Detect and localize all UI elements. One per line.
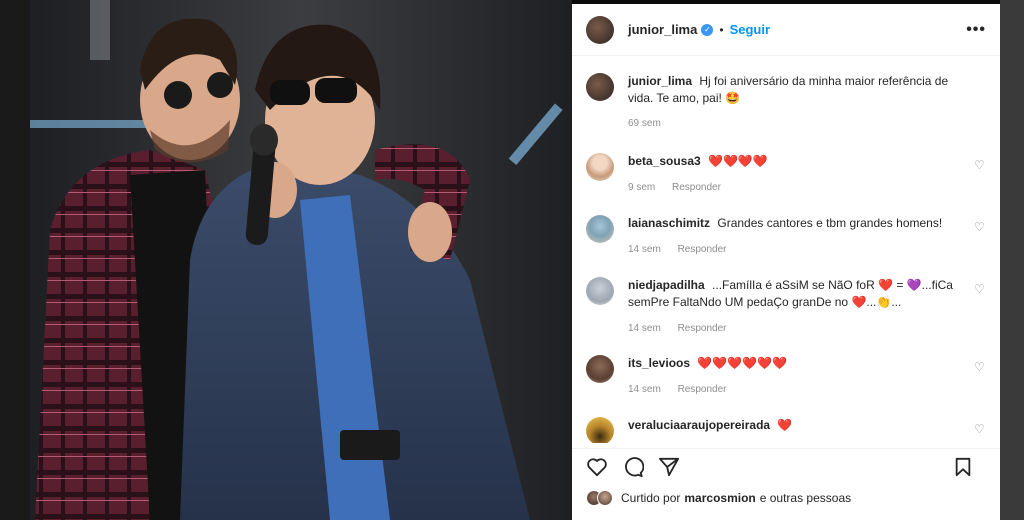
reply-button[interactable]: Responder: [678, 384, 727, 395]
author-username[interactable]: junior_lima: [628, 22, 697, 37]
bookmark-icon[interactable]: [954, 457, 972, 477]
like-comment-heart-icon[interactable]: ♡: [974, 159, 986, 171]
caption: junior_lima Hj foi aniversário da minha …: [586, 73, 986, 139]
post-side-panel: junior_lima ✓ • Seguir ••• junior_lima H…: [572, 4, 1000, 520]
comment-username[interactable]: its_levioos: [628, 356, 690, 370]
comments-list[interactable]: junior_lima Hj foi aniversário da minha …: [572, 57, 1000, 443]
backdrop-left: [0, 0, 30, 520]
verified-badge-icon: ✓: [701, 23, 714, 36]
comment-text: ❤️❤️❤️❤️❤️❤️: [697, 356, 788, 370]
comment-time[interactable]: 14 sem: [628, 244, 661, 255]
post-header: junior_lima ✓ • Seguir •••: [572, 4, 1000, 56]
caption-avatar[interactable]: [586, 73, 614, 101]
caption-username[interactable]: junior_lima: [628, 74, 692, 88]
comment-text: ❤️❤️❤️❤️: [708, 154, 768, 168]
comment-username[interactable]: laianaschimitz: [628, 216, 710, 230]
comment-item: laianaschimitz Grandes cantores e tbm gr…: [586, 215, 986, 277]
comment-item: its_levioos ❤️❤️❤️❤️❤️❤️ 14 sem Responde…: [586, 355, 986, 417]
reply-button[interactable]: Responder: [672, 182, 721, 193]
likes-prefix: Curtido por: [621, 491, 681, 505]
comment-avatar[interactable]: [586, 153, 614, 181]
likes-user[interactable]: marcosmion: [684, 491, 755, 505]
reply-button[interactable]: Responder: [678, 323, 727, 334]
comment-item: veraluciaaraujopereirada ❤️ ♡: [586, 417, 986, 443]
like-comment-heart-icon[interactable]: ♡: [974, 221, 986, 233]
more-options-icon[interactable]: •••: [966, 21, 986, 39]
comment-time[interactable]: 14 sem: [628, 323, 661, 334]
instagram-post-modal: junior_lima ✓ • Seguir ••• junior_lima H…: [0, 0, 1024, 520]
comment-text: Grandes cantores e tbm grandes homens!: [717, 216, 943, 230]
comment-meta: 9 sem Responder: [628, 179, 968, 196]
like-comment-heart-icon[interactable]: ♡: [974, 423, 986, 435]
comment-meta: 14 sem Responder: [628, 241, 968, 258]
comment-avatar[interactable]: [586, 355, 614, 383]
comment-text: ❤️: [777, 418, 793, 432]
like-comment-heart-icon[interactable]: ♡: [974, 283, 986, 295]
post-photo-image: [30, 0, 572, 520]
backdrop-right: [1000, 0, 1024, 520]
follow-button[interactable]: Seguir: [730, 22, 770, 37]
comment-username[interactable]: niedjapadilha: [628, 278, 705, 292]
comment-username[interactable]: beta_sousa3: [628, 154, 701, 168]
likes-suffix[interactable]: e outras pessoas: [760, 491, 851, 505]
post-photo[interactable]: [30, 0, 572, 520]
liker-avatar[interactable]: [597, 490, 613, 506]
comment-meta: 14 sem Responder: [628, 381, 968, 398]
comment-avatar[interactable]: [586, 417, 614, 443]
like-comment-heart-icon[interactable]: ♡: [974, 361, 986, 373]
caption-meta: 69 sem: [628, 115, 968, 132]
comment-meta: 14 sem Responder: [628, 320, 968, 337]
comment-item: beta_sousa3 ❤️❤️❤️❤️ 9 sem Responder ♡: [586, 153, 986, 215]
comment-username[interactable]: veraluciaaraujopereirada: [628, 418, 770, 432]
comment-avatar[interactable]: [586, 277, 614, 305]
comment-time[interactable]: 14 sem: [628, 384, 661, 395]
post-actions: [572, 448, 1000, 484]
likes-summary: Curtido por marcosmion e outras pessoas: [586, 490, 851, 506]
comment-item: niedjapadilha ...FamílIa é aSsiM se NãO …: [586, 277, 986, 355]
comment-time[interactable]: 9 sem: [628, 182, 655, 193]
heart-icon[interactable]: [586, 457, 608, 477]
caption-time[interactable]: 69 sem: [628, 118, 661, 129]
comment-avatar[interactable]: [586, 215, 614, 243]
header-separator: •: [719, 22, 724, 37]
comment-icon[interactable]: [622, 456, 644, 478]
share-icon[interactable]: [658, 457, 680, 477]
reply-button[interactable]: Responder: [678, 244, 727, 255]
author-avatar[interactable]: [586, 15, 614, 44]
